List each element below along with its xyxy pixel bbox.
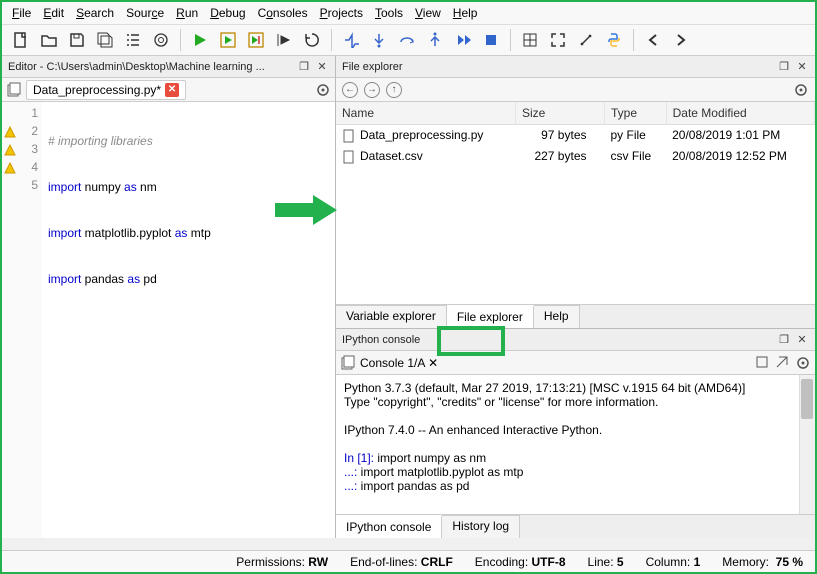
debug-stop-icon[interactable] [480,29,502,51]
menu-consoles[interactable]: Consoles [258,6,308,20]
file-explorer-toolbar: ← → ↑ [336,78,815,102]
menu-bar: File Edit Search Source Run Debug Consol… [2,2,815,25]
pane-close-icon[interactable]: ✕ [795,333,809,347]
editor-pane-title: Editor - C:\Users\admin\Desktop\Machine … [8,61,265,73]
tab-close-icon[interactable]: ✕ [428,356,438,370]
nav-forward-icon[interactable]: → [364,82,380,98]
file-icon [342,150,356,164]
browse-tabs-icon[interactable] [340,355,356,371]
editor-pane-header: Editor - C:\Users\admin\Desktop\Machine … [2,56,335,78]
editor-tabbar: Data_preprocessing.py* ✕ [2,78,335,102]
warning-icon [4,126,16,138]
editor-tab-label: Data_preprocessing.py* [33,83,161,97]
pane-close-icon[interactable]: ✕ [315,60,329,74]
menu-source[interactable]: Source [126,6,164,20]
col-date[interactable]: Date Modified [666,102,814,125]
debug-stepover-icon[interactable] [396,29,418,51]
list-icon[interactable] [122,29,144,51]
code-area[interactable]: # importing libraries import numpy as nm… [42,102,335,538]
debug-stepinto-icon[interactable] [368,29,390,51]
python-icon[interactable] [603,29,625,51]
back-icon[interactable] [642,29,664,51]
file-explorer-title: File explorer [342,61,403,73]
menu-tools[interactable]: Tools [375,6,403,20]
console-tab[interactable]: Console 1/A ✕ [360,356,438,370]
console-pane-title: IPython console [342,334,420,346]
menu-run[interactable]: Run [176,6,198,20]
right-pane-tabs: Variable explorer File explorer Help [336,304,815,328]
pane-undock-icon[interactable]: ❐ [777,60,791,74]
file-list[interactable]: Name Size Type Date Modified Data_prepro… [336,102,815,304]
save-icon[interactable] [66,29,88,51]
file-explorer-header: File explorer ❐ ✕ [336,56,815,78]
menu-view[interactable]: View [415,6,441,20]
pane-undock-icon[interactable]: ❐ [777,333,791,347]
run-icon[interactable] [189,29,211,51]
editor-tab[interactable]: Data_preprocessing.py* ✕ [26,80,186,100]
tab-help[interactable]: Help [534,305,580,328]
file-explorer-options-icon[interactable] [793,82,809,98]
pane-close-icon[interactable]: ✕ [795,60,809,74]
console-output[interactable]: Python 3.7.3 (default, Mar 27 2019, 17:1… [336,375,815,514]
menu-help[interactable]: Help [453,6,478,20]
console-tabbar: Console 1/A ✕ [336,351,815,375]
pane-undock-icon[interactable]: ❐ [297,60,311,74]
tab-file-explorer[interactable]: File explorer [447,305,534,328]
file-icon [342,129,356,143]
preferences-icon[interactable] [575,29,597,51]
layout-icon[interactable] [519,29,541,51]
console-tab-label: Console 1/A [360,356,425,370]
nav-back-icon[interactable]: ← [342,82,358,98]
nav-up-icon[interactable]: ↑ [386,82,402,98]
run-cell-icon[interactable] [217,29,239,51]
debug-stepout-icon[interactable] [424,29,446,51]
console-options-icon[interactable] [795,355,811,371]
main-toolbar [2,25,815,56]
browse-tabs-icon[interactable] [6,82,22,98]
col-size[interactable]: Size [516,102,605,125]
clear-icon[interactable] [775,355,789,371]
menu-projects[interactable]: Projects [320,6,363,20]
line-gutter: 1 2 3 4 5 [2,102,42,538]
editor-options-icon[interactable] [315,82,331,98]
tab-ipython-console[interactable]: IPython console [336,515,442,538]
warning-icon [4,144,16,156]
interrupt-icon[interactable] [755,355,769,371]
debug-step-icon[interactable] [340,29,362,51]
menu-search[interactable]: Search [76,6,114,20]
col-type[interactable]: Type [605,102,667,125]
menu-debug[interactable]: Debug [210,6,245,20]
file-row[interactable]: Data_preprocessing.py 97 bytes py File 2… [336,125,815,146]
scrollbar[interactable] [799,375,815,514]
console-bottom-tabs: IPython console History log [336,514,815,538]
forward-icon[interactable] [670,29,692,51]
save-all-icon[interactable] [94,29,116,51]
at-icon[interactable] [150,29,172,51]
run-cell-advance-icon[interactable] [245,29,267,51]
run-selection-icon[interactable] [273,29,295,51]
open-file-icon[interactable] [38,29,60,51]
menu-edit[interactable]: Edit [43,6,64,20]
code-editor[interactable]: 1 2 3 4 5 # importing libraries import n… [2,102,335,538]
new-file-icon[interactable] [10,29,32,51]
maximize-icon[interactable] [547,29,569,51]
warning-icon [4,162,16,174]
console-pane-header: IPython console ❐ ✕ [336,329,815,351]
debug-continue-icon[interactable] [452,29,474,51]
tab-close-icon[interactable]: ✕ [165,83,179,97]
tab-variable-explorer[interactable]: Variable explorer [336,305,447,328]
status-bar: Permissions: RW End-of-lines: CRLF Encod… [2,550,815,572]
menu-file[interactable]: File [12,6,31,20]
col-name[interactable]: Name [336,102,516,125]
file-row[interactable]: Dataset.csv 227 bytes csv File 20/08/201… [336,146,815,167]
rerun-icon[interactable] [301,29,323,51]
tab-history-log[interactable]: History log [442,515,520,538]
